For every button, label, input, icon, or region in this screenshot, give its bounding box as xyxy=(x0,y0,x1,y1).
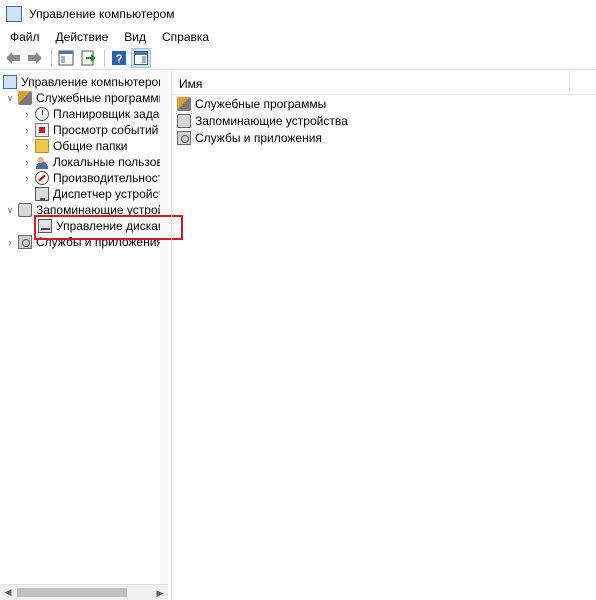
device-manager-icon xyxy=(35,187,49,201)
performance-gauge-icon xyxy=(35,171,49,185)
list-item[interactable]: Служебные программы xyxy=(177,96,326,112)
highlight-box xyxy=(34,215,183,240)
tree-item-device-manager[interactable]: Диспетчер устройств xyxy=(35,186,168,202)
storage-icon xyxy=(177,114,191,128)
computer-management-icon xyxy=(3,75,17,89)
tree-item-local-users[interactable]: › Локальные пользовате xyxy=(22,154,167,170)
list-item[interactable]: Запоминающие устройства xyxy=(177,113,348,129)
tools-icon xyxy=(177,97,191,111)
list-item-label: Запоминающие устройства xyxy=(195,114,348,128)
toolbar-separator xyxy=(51,48,52,67)
expand-chevron-icon[interactable]: › xyxy=(5,234,15,250)
event-viewer-icon xyxy=(35,123,49,137)
expand-chevron-icon[interactable]: › xyxy=(22,138,32,154)
tree-item-label: Управление компьютером (л xyxy=(21,75,168,89)
console-tree: Управление компьютером (л ∨ Служебные пр… xyxy=(0,71,168,600)
users-icon xyxy=(35,155,49,169)
console-tree-icon[interactable] xyxy=(56,48,76,68)
tree-item-system-tools[interactable]: ∨ Служебные программы xyxy=(5,90,167,106)
shared-folder-icon xyxy=(35,139,49,153)
expand-chevron-icon[interactable]: › xyxy=(22,106,32,122)
tree-item-shared-folders[interactable]: › Общие папки xyxy=(22,138,127,154)
scroll-left-icon[interactable]: ◀ xyxy=(0,585,16,600)
tree-item-event-viewer[interactable]: › Просмотр событий xyxy=(22,122,158,138)
menu-file[interactable]: Файл xyxy=(0,30,46,44)
export-list-icon[interactable] xyxy=(78,48,98,68)
services-icon xyxy=(18,235,32,249)
svg-text:?: ? xyxy=(115,52,122,66)
tree-item-label: Диспетчер устройств xyxy=(53,187,168,201)
list-item-label: Служебные программы xyxy=(195,97,327,111)
back-arrow-icon[interactable] xyxy=(3,48,23,68)
tree-item-label: Производительность xyxy=(53,171,168,185)
tree-item-label: Просмотр событий xyxy=(53,123,159,137)
tree-horizontal-scrollbar[interactable]: ◀ ▶ xyxy=(0,584,168,600)
list-item[interactable]: Службы и приложения xyxy=(177,130,322,146)
scroll-right-icon[interactable]: ▶ xyxy=(152,585,168,600)
tree-item-root[interactable]: Управление компьютером (л xyxy=(3,74,168,90)
computer-management-icon xyxy=(6,6,22,22)
services-icon xyxy=(177,131,191,145)
menu-help[interactable]: Справка xyxy=(152,30,215,44)
forward-arrow-icon[interactable] xyxy=(25,48,45,68)
collapse-chevron-icon[interactable]: ∨ xyxy=(5,202,15,218)
column-separator[interactable] xyxy=(569,71,570,95)
list-item-label: Службы и приложения xyxy=(195,131,322,145)
tree-item-task-scheduler[interactable]: › Планировщик заданий xyxy=(22,106,168,122)
menu-bar: Файл Действие Вид Справка xyxy=(0,28,596,46)
tree-item-label: Локальные пользовате xyxy=(53,155,167,169)
window-title: Управление компьютером xyxy=(29,7,175,21)
expand-chevron-icon[interactable]: › xyxy=(22,154,32,170)
results-pane: Имя Служебные программы Запоминающие уст… xyxy=(171,71,596,600)
tree-item-label: Планировщик заданий xyxy=(53,107,168,121)
help-icon[interactable]: ? xyxy=(109,48,129,68)
tools-icon xyxy=(18,91,32,105)
toolbar-separator xyxy=(104,48,105,67)
title-bar: Управление компьютером xyxy=(0,0,596,28)
tree-vertical-scrollbar[interactable] xyxy=(160,71,168,584)
action-pane-toggle-icon[interactable] xyxy=(131,47,151,68)
expand-chevron-icon[interactable]: › xyxy=(22,170,32,186)
scrollbar-thumb[interactable] xyxy=(17,588,127,597)
clock-icon xyxy=(35,107,49,121)
tree-item-performance[interactable]: › Производительность xyxy=(22,170,168,186)
column-header-name[interactable]: Имя xyxy=(179,77,202,91)
toolbar: ? xyxy=(0,46,596,70)
collapse-chevron-icon[interactable]: ∨ xyxy=(5,90,15,106)
storage-icon xyxy=(18,203,32,217)
tree-item-label: Общие папки xyxy=(53,139,128,153)
menu-action[interactable]: Действие xyxy=(46,30,115,44)
tree-item-label: Служебные программы xyxy=(36,91,168,105)
list-header: Имя xyxy=(172,71,596,95)
expand-chevron-icon[interactable]: › xyxy=(22,122,32,138)
menu-view[interactable]: Вид xyxy=(114,30,152,44)
